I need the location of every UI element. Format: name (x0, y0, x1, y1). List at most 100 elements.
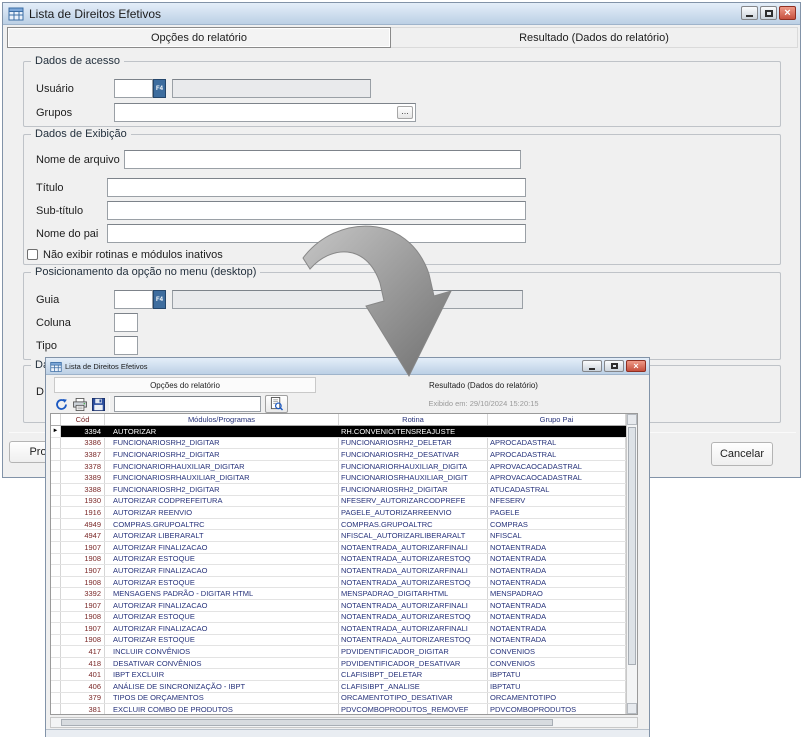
scroll-down-arrow[interactable] (627, 703, 637, 714)
cell-modulo: FUNCIONARIOSRH2_DIGITAR (105, 484, 339, 495)
table-row[interactable]: 406ANÁLISE DE SINCRONIZAÇÃO - IBPTCLAFIS… (51, 681, 626, 693)
table-row[interactable]: 1916AUTORIZAR REENVIOPAGELE_AUTORIZARREE… (51, 507, 626, 519)
f4-lookup-icon[interactable]: F4 (153, 290, 166, 309)
cell-cod: 3392 (61, 588, 105, 599)
tab-resultado[interactable]: Resultado (Dados do relatório) (321, 377, 646, 393)
table-row[interactable]: 418DESATIVAR CONVÊNIOSPDVIDENTIFICADOR_D… (51, 658, 626, 670)
table-row[interactable]: 3388FUNCIONARIOSRH2_DIGITARFUNCIONARIOSR… (51, 484, 626, 496)
cell-modulo: AUTORIZAR ESTOQUE (105, 635, 339, 646)
table-row[interactable]: 3392MENSAGENS PADRÃO - DIGITAR HTMLMENSP… (51, 588, 626, 600)
save-icon[interactable] (91, 397, 105, 411)
header-cod[interactable]: Cód (61, 414, 105, 425)
tab-label: Opções do relatório (150, 381, 220, 390)
table-row[interactable]: 1907AUTORIZAR FINALIZACAONOTAENTRADA_AUT… (51, 542, 626, 554)
table-row[interactable]: 401IBPT EXCLUIRCLAFISIBPT_DELETARIBPTATU (51, 669, 626, 681)
preview-report-button[interactable] (265, 395, 288, 413)
sub-titulo-label: Sub-título (36, 205, 83, 217)
cell-modulo: INCLUIR CONVÊNIOS (105, 646, 339, 657)
row-marker: ► (51, 426, 61, 437)
vertical-scrollbar[interactable] (626, 414, 637, 714)
table-row[interactable]: 1908AUTORIZAR ESTOQUENOTAENTRADA_AUTORIZ… (51, 577, 626, 589)
header-modulos-programas[interactable]: Módulos/Programas (105, 414, 339, 425)
cell-cod: 406 (61, 681, 105, 692)
sub-titulo-input[interactable] (107, 201, 526, 220)
cell-rotina: NFISCAL_AUTORIZARLIBERARALT (339, 530, 488, 541)
grid-search-input[interactable] (114, 396, 261, 412)
table-row[interactable]: 379TIPOS DE ORÇAMENTOSORCAMENTOTIPO_DESA… (51, 693, 626, 705)
row-marker (51, 635, 61, 646)
table-header-row: Cód Módulos/Programas Rotina Grupo Pai (51, 414, 626, 426)
row-marker (51, 484, 61, 495)
tab-label: Resultado (Dados do relatório) (519, 32, 669, 44)
horizontal-scroll-thumb[interactable] (61, 719, 553, 726)
guia-code-input[interactable] (114, 290, 153, 309)
tab-resultado[interactable]: Resultado (Dados do relatório) (391, 27, 798, 48)
cell-rotina: NOTAENTRADA_AUTORIZARESTOQ (339, 612, 488, 623)
table-row[interactable]: 1908AUTORIZAR ESTOQUENOTAENTRADA_AUTORIZ… (51, 635, 626, 647)
row-marker (51, 588, 61, 599)
cancelar-button[interactable]: Cancelar (711, 442, 773, 466)
table-row[interactable]: 1908AUTORIZAR ESTOQUENOTAENTRADA_AUTORIZ… (51, 554, 626, 566)
row-marker (51, 507, 61, 518)
header-marker-cell (51, 414, 61, 425)
table-row[interactable]: ►3394AUTORIZARRH.CONVENIOITENSREAJUSTE (51, 426, 626, 438)
print-icon[interactable] (72, 397, 87, 411)
minimize-icon (589, 368, 595, 370)
group-title: Posicionamento da opção no menu (desktop… (31, 266, 260, 278)
row-marker (51, 693, 61, 704)
table-row[interactable]: 1907AUTORIZAR FINALIZACAONOTAENTRADA_AUT… (51, 600, 626, 612)
cell-cod: 4949 (61, 519, 105, 530)
close-icon: × (784, 8, 790, 19)
cell-modulo: TIPOS DE ORÇAMENTOS (105, 693, 339, 704)
table-row[interactable]: 3387FUNCIONARIOSRH2_DIGITARFUNCIONARIOSR… (51, 449, 626, 461)
tab-opcoes-relatorio[interactable]: Opções do relatório (7, 27, 391, 48)
tipo-input[interactable] (114, 336, 138, 355)
cell-cod: 381 (61, 704, 105, 714)
table-row[interactable]: 4949COMPRAS.GRUPOALTRCCOMPRAS.GRUPOALTRC… (51, 519, 626, 531)
header-rotina[interactable]: Rotina (339, 414, 488, 425)
horizontal-scrollbar[interactable] (50, 717, 638, 728)
coluna-input[interactable] (114, 313, 138, 332)
main-titlebar[interactable]: Lista de Direitos Efetivos × (3, 3, 800, 25)
cell-grupo-pai: PAGELE (488, 507, 626, 518)
nome-do-pai-input[interactable] (107, 224, 526, 243)
table-row[interactable]: 1908AUTORIZAR ESTOQUENOTAENTRADA_AUTORIZ… (51, 612, 626, 624)
table-row[interactable]: 3386FUNCIONARIOSRH2_DIGITARFUNCIONARIOSR… (51, 438, 626, 450)
row-marker (51, 669, 61, 680)
close-button[interactable]: × (626, 360, 646, 372)
table-row[interactable]: 417INCLUIR CONVÊNIOSPDVIDENTIFICADOR_DIG… (51, 646, 626, 658)
refresh-icon[interactable] (54, 397, 68, 411)
close-button[interactable]: × (779, 6, 796, 20)
scroll-up-arrow[interactable] (627, 414, 637, 425)
f4-lookup-icon[interactable]: F4 (153, 79, 166, 98)
table-row[interactable]: 381EXCLUIR COMBO DE PRODUTOSPDVCOMBOPROD… (51, 704, 626, 714)
table-row[interactable]: 3378FUNCIONARIORHAUXILIAR_DIGITARFUNCION… (51, 461, 626, 473)
grid-scroll-area[interactable]: Cód Módulos/Programas Rotina Grupo Pai ►… (51, 414, 626, 714)
minimize-button[interactable] (582, 360, 602, 372)
tab-opcoes-relatorio[interactable]: Opções do relatório (54, 377, 316, 393)
cell-grupo-pai: NOTAENTRADA (488, 623, 626, 634)
grupos-browse-button[interactable]: ... (397, 106, 413, 119)
cell-rotina: NOTAENTRADA_AUTORIZARFINALI (339, 600, 488, 611)
titulo-input[interactable] (107, 178, 526, 197)
table-row[interactable]: 3389FUNCIONARIOSRHAUXILIAR_DIGITARFUNCIO… (51, 472, 626, 484)
inactive-modules-checkbox[interactable] (27, 249, 38, 260)
maximize-button[interactable] (604, 360, 624, 372)
table-row[interactable]: 4947AUTORIZAR LIBERARALTNFISCAL_AUTORIZA… (51, 530, 626, 542)
table-row[interactable]: 1907AUTORIZAR FINALIZACAONOTAENTRADA_AUT… (51, 565, 626, 577)
vertical-scroll-thumb[interactable] (628, 427, 636, 665)
grupos-input[interactable] (114, 103, 416, 122)
table-row[interactable]: 1907AUTORIZAR FINALIZACAONOTAENTRADA_AUT… (51, 623, 626, 635)
header-grupo-pai[interactable]: Grupo Pai (488, 414, 626, 425)
cell-grupo-pai: NOTAENTRADA (488, 612, 626, 623)
usuario-code-input[interactable] (114, 79, 153, 98)
nome-de-arquivo-input[interactable] (124, 150, 521, 169)
cell-modulo: ANÁLISE DE SINCRONIZAÇÃO - IBPT (105, 681, 339, 692)
nome-do-pai-label: Nome do pai (36, 228, 98, 240)
minimize-button[interactable] (741, 6, 758, 20)
result-titlebar[interactable]: Lista de Direitos Efetivos × (46, 358, 649, 375)
table-row[interactable]: 1930AUTORIZAR CODPREFEITURANFESERV_AUTOR… (51, 496, 626, 508)
cell-rotina: NOTAENTRADA_AUTORIZARFINALI (339, 542, 488, 553)
cell-modulo: AUTORIZAR LIBERARALT (105, 530, 339, 541)
maximize-button[interactable] (760, 6, 777, 20)
